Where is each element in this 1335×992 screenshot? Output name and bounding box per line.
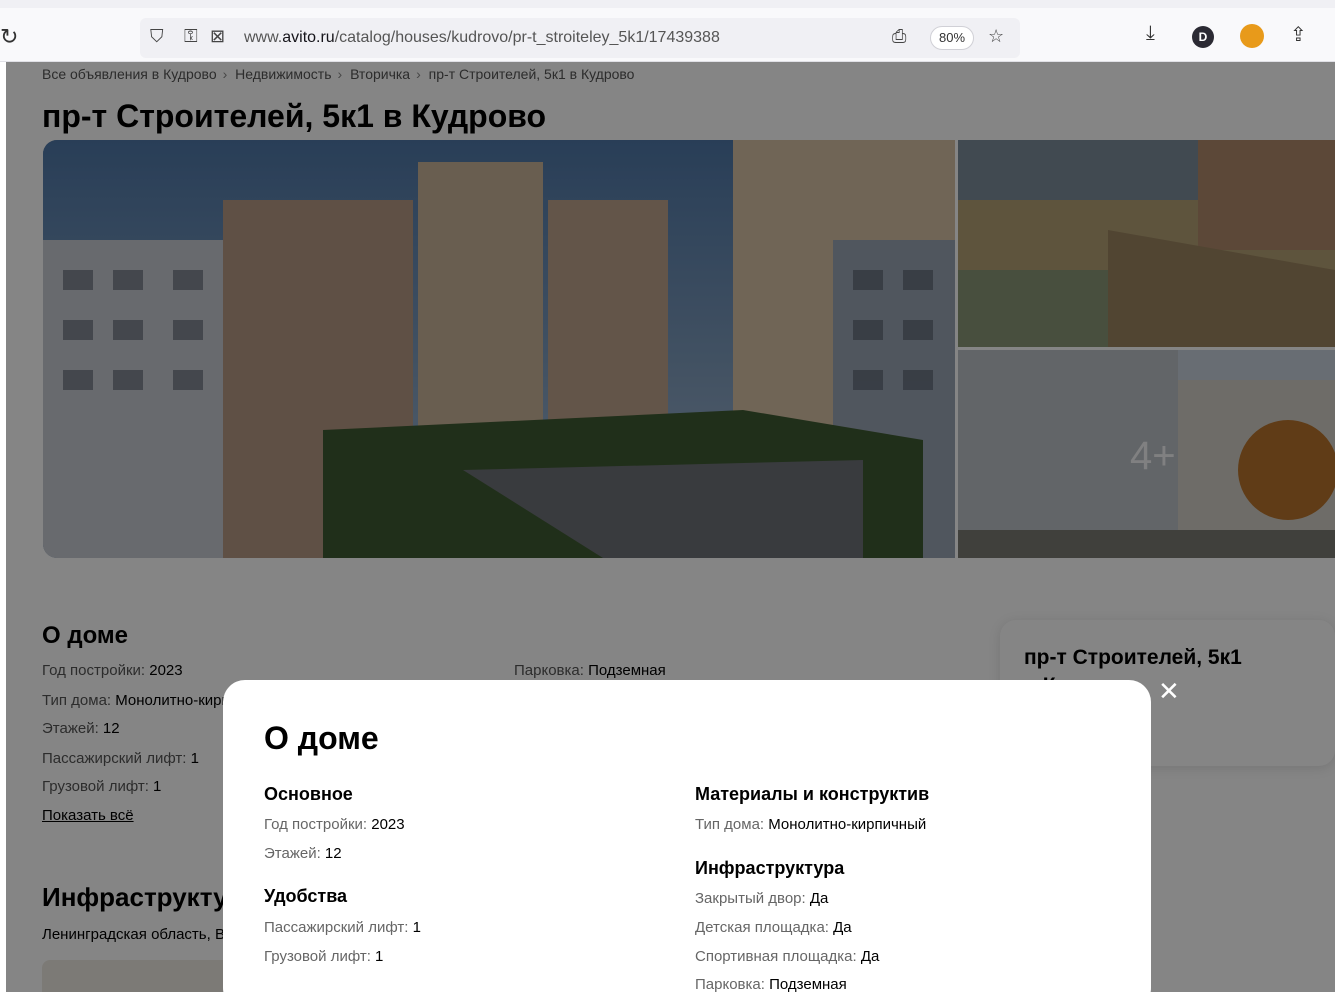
permissions-icon[interactable]: ⚿ — [184, 26, 198, 47]
modal-prop-house-type: Тип дома: Монолитно-кирпичный — [695, 816, 927, 833]
tab-strip — [0, 0, 1335, 8]
reload-icon[interactable]: ↻ — [0, 24, 18, 50]
section-basic-heading: Основное — [264, 784, 353, 804]
zoom-indicator[interactable]: 80% — [930, 26, 974, 50]
share-icon[interactable]: ⇪ — [1290, 22, 1307, 47]
section-amenities-heading: Удобства — [264, 886, 348, 906]
profile-avatar[interactable]: D — [1192, 26, 1214, 48]
modal-prop-cargo-lift: Грузовой лифт: 1 — [264, 948, 384, 965]
modal-prop-sports-ground: Спортивная площадка: Да — [695, 948, 880, 965]
about-house-modal: О доме Основное Год постройки: 2023 Этаж… — [223, 680, 1151, 992]
extension-icon[interactable] — [1240, 24, 1264, 48]
modal-prop-floors: Этажей: 12 — [264, 845, 342, 862]
camera-blocked-icon[interactable]: ⊠ — [210, 26, 225, 47]
modal-title: О доме — [264, 720, 379, 756]
close-icon[interactable]: ✕ — [1158, 678, 1180, 704]
page-content: Все объявления в Кудрово › Недвижимость › … — [6, 62, 1335, 992]
shield-icon[interactable]: ⛉ — [150, 26, 164, 47]
modal-prop-year: Год постройки: 2023 — [264, 816, 405, 833]
modal-prop-closed-yard: Закрытый двор: Да — [695, 890, 829, 907]
bookmark-star-icon[interactable]: ☆ — [988, 26, 1004, 47]
url-text[interactable]: www.avito.ru/catalog/houses/kudrovo/pr-t… — [244, 29, 720, 47]
address-bar[interactable]: ⛉ ⚿ ⊠ www.avito.ru/catalog/houses/kudrov… — [140, 18, 1020, 58]
browser-toolbar: ↻ ⛉ ⚿ ⊠ www.avito.ru/catalog/houses/kudr… — [0, 0, 1335, 62]
section-materials-heading: Материалы и конструктив — [695, 784, 930, 804]
modal-prop-parking: Парковка: Подземная — [695, 976, 847, 992]
download-icon[interactable]: ⤓ — [1146, 22, 1155, 45]
modal-prop-playground: Детская площадка: Да — [695, 919, 852, 936]
save-page-icon[interactable]: ⎙ — [892, 26, 906, 47]
section-infrastructure-heading: Инфраструктура — [695, 858, 845, 878]
modal-prop-passenger-lift: Пассажирский лифт: 1 — [264, 919, 421, 936]
